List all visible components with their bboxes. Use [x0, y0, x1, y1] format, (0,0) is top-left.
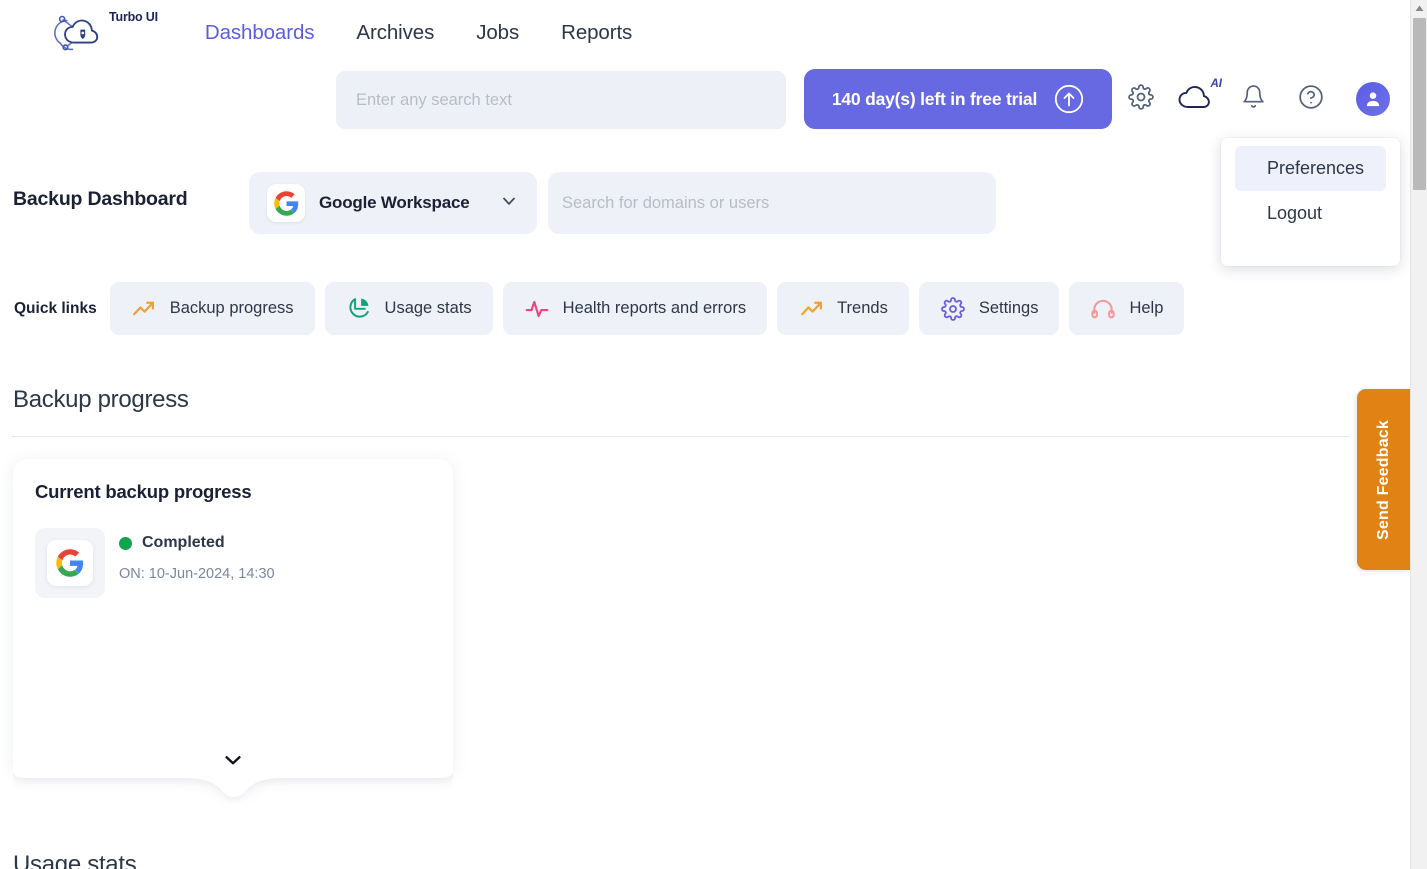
menu-item-preferences[interactable]: Preferences: [1235, 146, 1386, 191]
status-badge: Completed: [119, 534, 275, 552]
menu-item-logout[interactable]: Logout: [1235, 191, 1386, 236]
card-status-row: Completed ON: 10-Jun-2024, 14:30: [35, 528, 431, 598]
user-avatar-icon: [1356, 82, 1390, 116]
current-backup-progress-card: Current backup progress Completed ON: 10…: [13, 459, 453, 797]
section-title-backup-progress: Backup progress: [13, 386, 189, 413]
gear-icon: [940, 296, 966, 322]
quick-link-label: Health reports and errors: [562, 299, 747, 317]
nav-links: Dashboards Archives Jobs Reports: [205, 21, 632, 45]
quick-link-settings[interactable]: Settings: [918, 282, 1060, 335]
pie-chart-icon: [346, 296, 372, 322]
cloud-ai-icon: AI: [1176, 78, 1222, 117]
page-title: Backup Dashboard: [13, 188, 188, 210]
quick-link-health-reports[interactable]: Health reports and errors: [502, 282, 768, 335]
quick-link-usage-stats[interactable]: Usage stats: [324, 282, 493, 335]
nav-item-jobs[interactable]: Jobs: [476, 21, 519, 45]
quick-link-help[interactable]: Help: [1069, 282, 1185, 335]
nav-item-dashboards[interactable]: Dashboards: [205, 21, 315, 45]
quick-link-trends[interactable]: Trends: [777, 282, 909, 335]
top-navigation-bar: Turbo UI Dashboards Archives Jobs Report…: [0, 0, 1410, 66]
quick-link-label: Help: [1129, 299, 1164, 317]
nav-item-reports[interactable]: Reports: [561, 21, 632, 45]
card-body: Current backup progress Completed ON: 10…: [13, 459, 453, 770]
provider-icon-wrap: [35, 528, 105, 598]
cloud-shield-network-icon: [50, 7, 106, 62]
quick-links-row: Quick links Backup progress Usage stats: [0, 282, 1194, 335]
trending-up-icon: [131, 296, 157, 322]
workspace-selector[interactable]: Google Workspace: [249, 172, 537, 234]
quick-links-label: Quick links: [14, 299, 97, 317]
send-feedback-label: Send Feedback: [1374, 419, 1392, 540]
google-g-icon: [267, 184, 305, 222]
section-divider: [12, 436, 1350, 437]
help-circle-icon: [1298, 84, 1324, 115]
arrow-up-circle-icon: [1054, 84, 1084, 114]
quick-link-backup-progress[interactable]: Backup progress: [109, 282, 315, 335]
card-expand-button[interactable]: [13, 752, 453, 768]
brand-logo-group[interactable]: Turbo UI: [50, 7, 158, 62]
bell-icon: [1241, 84, 1266, 114]
trending-up-icon: [798, 296, 824, 322]
gear-icon: [1128, 83, 1154, 115]
user-avatar-button[interactable]: [1356, 82, 1390, 116]
card-status-text: Completed ON: 10-Jun-2024, 14:30: [119, 528, 275, 582]
domain-search-input[interactable]: [548, 172, 996, 234]
quick-link-label: Trends: [837, 299, 888, 317]
activity-pulse-icon: [524, 296, 550, 322]
quick-link-label: Usage stats: [384, 299, 472, 317]
ai-badge-label: AI: [1210, 77, 1223, 90]
app-root: Turbo UI Dashboards Archives Jobs Report…: [0, 0, 1427, 869]
quick-link-label: Backup progress: [169, 299, 294, 317]
scrollbar-up-arrow[interactable]: [1411, 0, 1427, 17]
google-g-icon: [47, 540, 93, 586]
send-feedback-tab[interactable]: Send Feedback: [1357, 389, 1410, 570]
card-title: Current backup progress: [35, 481, 252, 502]
scrollbar-thumb[interactable]: [1413, 18, 1426, 190]
nav-item-archives[interactable]: Archives: [356, 21, 434, 45]
notifications-bell-button[interactable]: [1236, 82, 1270, 116]
free-trial-button[interactable]: 140 day(s) left in free trial: [804, 69, 1112, 129]
status-timestamp: ON: 10-Jun-2024, 14:30: [119, 566, 275, 582]
headset-icon: [1090, 296, 1116, 322]
profile-dropdown-menu: Preferences Logout: [1221, 138, 1400, 266]
status-label: Completed: [142, 534, 225, 551]
section-title-usage-stats: Usage stats: [13, 851, 137, 869]
settings-gear-button[interactable]: [1124, 82, 1158, 116]
workspace-label: Google Workspace: [319, 193, 470, 212]
cloud-ai-button[interactable]: AI: [1176, 78, 1222, 117]
global-search-input[interactable]: [336, 71, 786, 129]
trial-label: 140 day(s) left in free trial: [831, 88, 1038, 109]
brand-name: Turbo UI: [109, 9, 158, 24]
card-footer-curve: [13, 762, 453, 804]
dashboard-header-row: Backup Dashboard Google Workspace: [0, 172, 1410, 234]
chevron-down-icon: [499, 191, 519, 216]
status-dot-icon: [119, 536, 132, 550]
quick-link-label: Settings: [978, 299, 1039, 317]
help-button[interactable]: [1294, 82, 1328, 116]
vertical-scrollbar[interactable]: [1410, 0, 1427, 869]
